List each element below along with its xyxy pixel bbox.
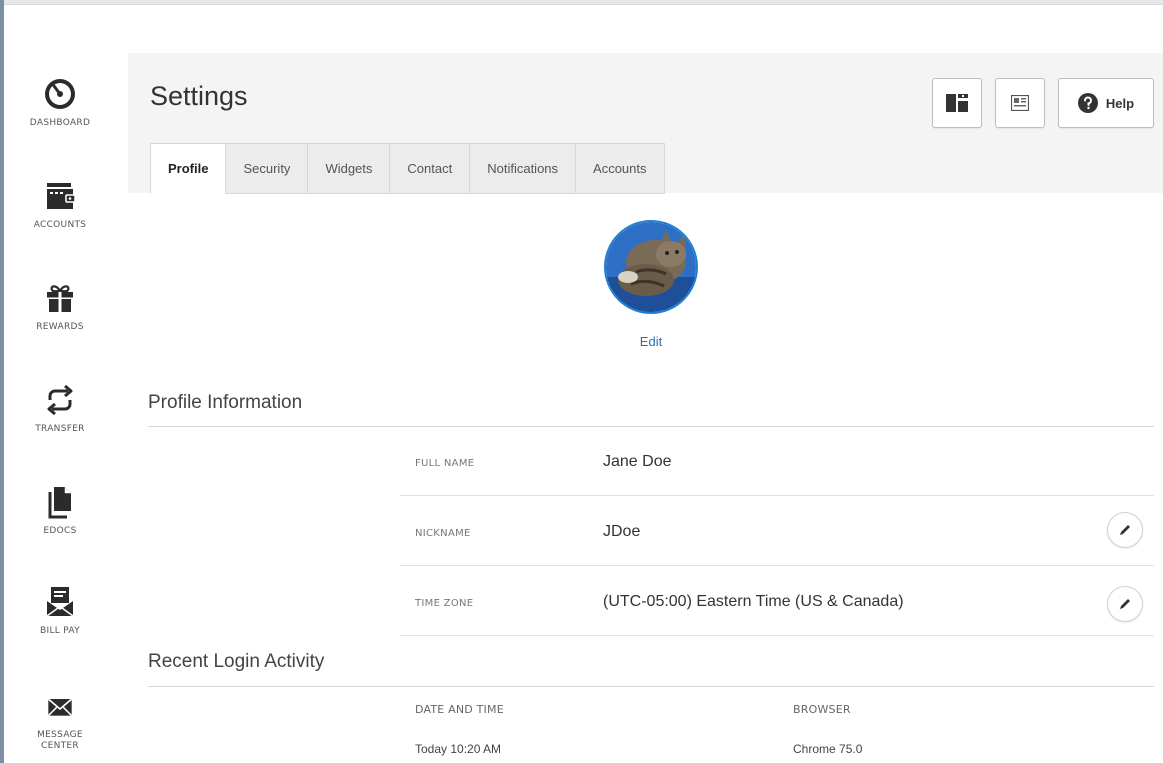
bill-pay-icon — [46, 587, 74, 617]
gift-icon — [47, 285, 73, 312]
settings-panel: Settings Help Profile Security Widgets C… — [128, 53, 1163, 763]
edit-nickname-button[interactable] — [1107, 512, 1143, 548]
sidebar-item-label: REWARDS — [36, 322, 84, 332]
wallet-icon — [47, 183, 76, 209]
sidebar: DASHBOARD ACCOUNTS REWARDS TRANSFER EDOC… — [4, 6, 116, 763]
edit-photo-link[interactable]: Edit — [618, 334, 684, 349]
edit-time-zone-button[interactable] — [1107, 586, 1143, 622]
sidebar-item-rewards[interactable]: REWARDS — [4, 280, 116, 333]
settings-tabs: Profile Security Widgets Contact Notific… — [150, 143, 665, 194]
sidebar-item-label: MESSAGE CENTER — [37, 730, 83, 751]
tab-security[interactable]: Security — [226, 143, 309, 194]
sidebar-item-message-center[interactable]: MESSAGE CENTER — [4, 694, 116, 752]
pencil-icon — [1120, 599, 1130, 609]
login-browser-cell: Chrome 75.0 — [793, 742, 863, 756]
browser-column-header: BROWSER — [793, 703, 851, 716]
layout-button[interactable] — [932, 78, 982, 128]
sidebar-item-label: ACCOUNTS — [33, 220, 87, 230]
tab-profile[interactable]: Profile — [150, 143, 227, 194]
document-icon — [48, 487, 71, 519]
profile-information-heading: Profile Information — [148, 392, 303, 413]
row-divider — [400, 495, 1154, 496]
sidebar-item-label: TRANSFER — [35, 424, 85, 434]
help-circle-icon — [1077, 93, 1098, 113]
sidebar-item-dashboard[interactable]: DASHBOARD — [4, 76, 116, 129]
page-title: Settings — [150, 81, 248, 111]
nickname-value: JDoe — [603, 523, 641, 540]
avatar[interactable] — [604, 220, 698, 314]
section-divider — [148, 686, 1154, 687]
tab-notifications[interactable]: Notifications — [470, 143, 577, 194]
date-time-column-header: DATE AND TIME — [415, 703, 504, 716]
envelope-icon — [47, 698, 73, 717]
recent-login-activity-heading: Recent Login Activity — [148, 651, 325, 672]
time-zone-label: TIME ZONE — [415, 598, 474, 609]
tab-contact[interactable]: Contact — [390, 143, 471, 194]
full-name-value: Jane Doe — [603, 453, 672, 470]
sidebar-item-label: BILL PAY — [40, 626, 80, 636]
row-divider — [400, 565, 1154, 566]
help-label: Help — [1105, 95, 1135, 111]
pencil-icon — [1120, 525, 1130, 535]
login-date-cell: Today 10:20 AM — [415, 742, 502, 756]
nickname-label: NICKNAME — [415, 528, 471, 539]
full-name-label: FULL NAME — [415, 458, 475, 469]
time-zone-value: (UTC-05:00) Eastern Time (US & Canada) — [603, 593, 904, 610]
sidebar-item-label: EDOCS — [43, 526, 77, 536]
profile-photo — [606, 222, 696, 312]
dashboard-gauge-icon — [45, 79, 75, 109]
section-divider — [148, 426, 1154, 427]
sidebar-item-transfer[interactable]: TRANSFER — [4, 382, 116, 435]
tab-widgets[interactable]: Widgets — [308, 143, 391, 194]
transfer-arrows-icon — [47, 384, 73, 416]
sidebar-item-bill-pay[interactable]: BILL PAY — [4, 584, 116, 637]
tab-accounts[interactable]: Accounts — [576, 143, 665, 194]
row-divider — [400, 635, 1154, 636]
widget-card-icon — [1011, 95, 1029, 111]
sidebar-item-accounts[interactable]: ACCOUNTS — [4, 178, 116, 231]
layout-icon — [946, 94, 968, 112]
window-top-frame — [0, 0, 1163, 5]
widget-card-button[interactable] — [995, 78, 1045, 128]
sidebar-item-edocs[interactable]: EDOCS — [4, 484, 116, 537]
help-button[interactable]: Help — [1058, 78, 1154, 128]
sidebar-item-label: DASHBOARD — [29, 118, 91, 128]
